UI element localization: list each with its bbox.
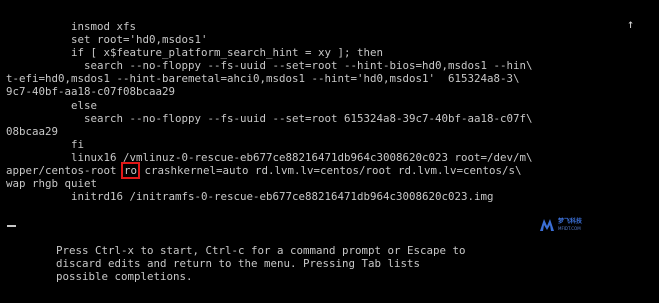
watermark-title: 梦飞科技 [558, 218, 583, 225]
grub-edit-screen: ↑ insmod xfs set root='hd0,msdos1' if [ … [0, 0, 659, 303]
editor-line[interactable]: t-efi=hd0,msdos1 --hint-baremetal=ahci0,… [6, 72, 533, 85]
editor-line[interactable]: else [6, 99, 533, 112]
editor-line[interactable]: insmod xfs [6, 20, 533, 33]
ro-option-highlight: ro [121, 162, 141, 180]
kernel-args-prefix: apper/centos-root [6, 164, 124, 178]
editor-line[interactable]: search --no-floppy --fs-uuid --set=root … [6, 112, 533, 125]
help-line: possible completions. [56, 270, 193, 284]
watermark-subtitle: MFIDT.COM [558, 226, 581, 231]
editor-line[interactable]: search --no-floppy --fs-uuid --set=root … [6, 59, 533, 72]
scroll-up-arrow-icon: ↑ [627, 17, 635, 31]
editor-line[interactable]: if [ x$feature_platform_search_hint = xy… [6, 46, 533, 59]
editor-line[interactable]: 08bcaa29 [6, 125, 533, 138]
help-line: discard edits and return to the menu. Pr… [56, 257, 421, 271]
text-cursor [7, 225, 16, 227]
editor-line[interactable]: initrd16 /initramfs-0-rescue-eb677ce8821… [6, 190, 533, 203]
help-text: Press Ctrl-x to start, Ctrl-c for a comm… [56, 244, 466, 283]
editor-line[interactable]: fi [6, 138, 533, 151]
kernel-args-suffix: crashkernel=auto rd.lvm.lv=centos/root r… [138, 164, 522, 178]
editor-line[interactable]: set root='hd0,msdos1' [6, 33, 533, 46]
watermark-logo-icon [540, 219, 554, 231]
boot-entry-editor[interactable]: insmod xfs set root='hd0,msdos1' if [ x$… [6, 20, 533, 203]
editor-line[interactable]: wap rhgb quiet [6, 177, 533, 190]
editor-line[interactable]: 9c7-40bf-aa18-c07f08bcaa29 [6, 85, 533, 98]
help-line: Press Ctrl-x to start, Ctrl-c for a comm… [56, 244, 466, 257]
watermark-text: 梦飞科技 MFIDT.COM [558, 218, 582, 232]
editor-line[interactable]: linux16 /vmlinuz-0-rescue-eb677ce8821647… [6, 151, 533, 164]
editor-line-highlighted[interactable]: apper/centos-root ro crashkernel=auto rd… [6, 162, 533, 180]
watermark-logo: 梦飞科技 MFIDT.COM [539, 216, 585, 234]
